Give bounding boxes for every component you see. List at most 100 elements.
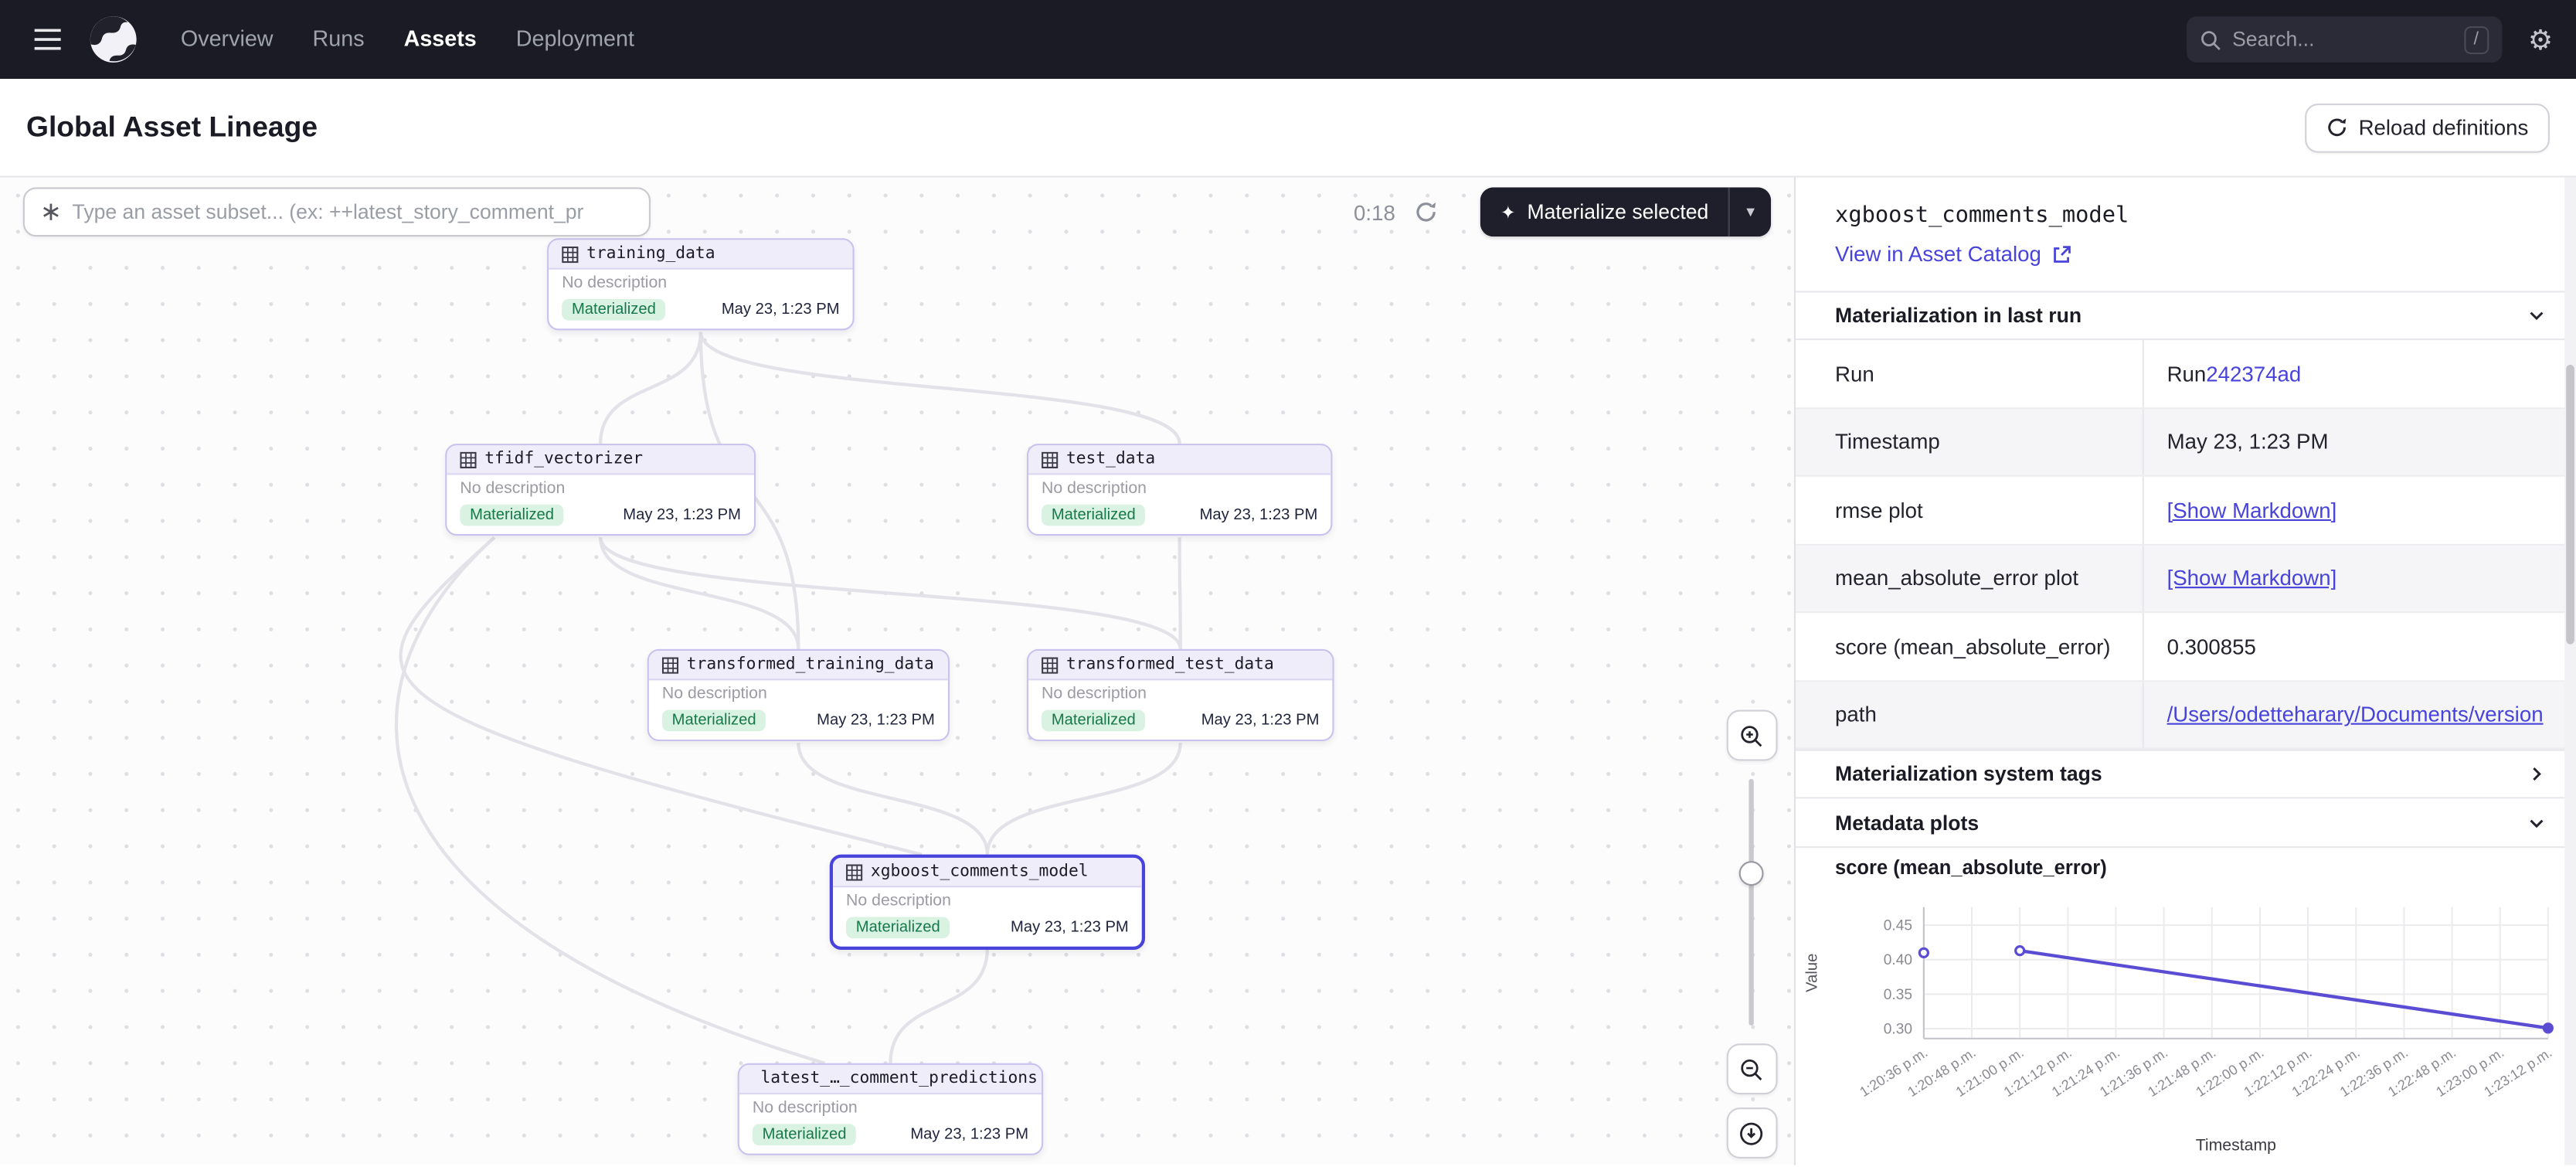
asset-node-header: transformed_test_data [1028,651,1332,680]
dagster-logo [89,15,138,64]
asset-node-footer: MaterializedMay 23, 1:23 PM [649,706,948,740]
asset-node-latest_comment_predictions[interactable]: latest_…_comment_predictionsNo descripti… [738,1063,1043,1155]
materialize-dropdown-button[interactable]: ▾ [1728,187,1771,236]
metadata-link[interactable]: /Users/odetteharary/Documents/version [2167,702,2544,726]
materialized-badge: Materialized [846,917,950,938]
section-materialization-last-run[interactable]: Materialization in last run [1796,291,2576,340]
asset-details-panel: xgboost_comments_model View in Asset Cat… [1794,178,2576,1165]
svg-text:0.35: 0.35 [1884,987,1912,1003]
zoom-slider-handle[interactable] [1739,861,1764,886]
materialize-selected-button[interactable]: ✦ Materialize selected [1480,187,1728,236]
zoom-out-icon [1738,1056,1765,1082]
nav-item-assets[interactable]: Assets [384,0,496,79]
lineage-edge [987,743,1181,855]
lineage-edge [396,537,824,1063]
run-link[interactable]: 242374ad [2206,361,2301,386]
settings-gear-icon[interactable]: ⚙ [2528,26,2553,53]
nav-item-deployment[interactable]: Deployment [496,0,654,79]
asset-name: test_data [1066,451,1155,468]
asset-node-test_data[interactable]: test_data No description Materialized May 2… [1027,444,1332,536]
asset-filter-input[interactable] [73,200,633,223]
svg-text:0.30: 0.30 [1884,1021,1912,1037]
asset-node-xgboost_comments_model[interactable]: xgboost_comments_modelNo descriptionMate… [830,855,1145,950]
metadata-value: /Users/odetteharary/Documents/version [2144,681,2576,747]
lineage-canvas[interactable]: 0:18 ✦ Materialize selected ▾ [0,178,1794,1165]
metadata-link[interactable]: [Show Markdown] [2167,566,2337,590]
materialize-button-group: ✦ Materialize selected ▾ [1480,187,1771,236]
asset-node-footer: MaterializedMay 23, 1:23 PM [447,502,754,535]
asset-description: No description [1028,475,1330,501]
metadata-value: [Show Markdown] [2144,477,2576,543]
nav-item-runs[interactable]: Runs [293,0,384,79]
materialized-badge: Materialized [1042,710,1145,732]
elapsed-time: 0:18 [1354,199,1395,224]
workspace: 0:18 ✦ Materialize selected ▾ [0,178,2576,1165]
metadata-label: path [1796,681,2144,747]
page-title: Global Asset Lineage [26,110,318,145]
svg-text:Value: Value [1804,954,1821,992]
materialized-timestamp: May 23, 1:23 PM [722,301,840,318]
asset-node-training_data[interactable]: training_data No description Materialized M… [547,238,855,330]
run-prefix: Run [2167,361,2207,386]
refresh-graph-icon[interactable] [1412,197,1441,226]
scrollbar-thumb[interactable] [2566,365,2574,644]
materialized-badge: Materialized [1042,505,1145,526]
search-box[interactable]: / [2187,16,2502,63]
toolbar-right: 0:18 ✦ Materialize selected ▾ [1354,187,1771,236]
asset-node-header: tfidf_vectorizer [447,445,754,475]
materialized-badge: Materialized [562,299,665,321]
asset-description: No description [447,475,754,501]
svg-text:0.45: 0.45 [1884,917,1912,934]
lineage-edge [600,537,798,649]
asset-node-footer: MaterializedMay 23, 1:23 PM [1028,706,1332,740]
asset-node-transformed_test_data[interactable]: transformed_test_dataNo descriptionMater… [1027,649,1334,741]
chevron-right-icon [2527,764,2547,784]
view-in-asset-catalog-link[interactable]: View in Asset Catalog [1835,242,2071,267]
metadata-value: May 23, 1:23 PM [2144,408,2576,475]
asset-name: latest_…_comment_predictions [760,1070,1037,1087]
asset-name: xgboost_comments_model [871,862,1089,880]
nav-item-overview[interactable]: Overview [161,0,293,79]
app-root: OverviewRunsAssetsDeployment / ⚙ Global … [0,0,2576,1167]
view-in-asset-catalog-label: View in Asset Catalog [1835,242,2041,267]
lineage-edge [798,743,987,855]
asset-node-tfidf_vectorizer[interactable]: tfidf_vectorizer No descriptionMaterializ… [445,444,756,536]
asset-name: transformed_training_data [687,655,934,673]
zoom-slider[interactable] [1726,772,1777,1032]
asset-node-header: transformed_training_data [649,651,948,680]
asset-name: tfidf_vectorizer [484,451,643,468]
vertical-scrollbar[interactable] [2564,178,2576,1165]
asset-node-header: xgboost_comments_model [833,858,1142,887]
asset-filter[interactable] [23,187,651,236]
search-shortcut-key: / [2464,26,2489,53]
plot-title: score (mean_absolute_error) [1796,848,2576,884]
section-system-tags[interactable]: Materialization system tags [1796,750,2576,799]
asset-description: No description [549,270,852,296]
materialized-badge: Materialized [753,1124,856,1145]
recenter-button[interactable] [1726,1107,1777,1158]
metadata-row: mean_absolute_error plot[Show Markdown] [1796,545,2576,613]
menu-icon[interactable] [23,18,73,60]
lineage-edge [1180,537,1181,649]
section-label: Materialization system tags [1835,763,2102,786]
table-icon [1042,656,1058,672]
graph-toolbar: 0:18 ✦ Materialize selected ▾ [23,187,1771,236]
table-icon [460,451,476,468]
lineage-edge [600,332,701,444]
asset-node-transformed_training_data[interactable]: transformed_training_dataNo descriptionM… [647,649,950,741]
metadata-link[interactable]: [Show Markdown] [2167,498,2337,522]
asset-details-header: xgboost_comments_model View in Asset Cat… [1796,178,2576,291]
zoom-in-button[interactable] [1726,710,1777,761]
materialized-badge: Materialized [662,710,766,732]
materialized-timestamp: May 23, 1:23 PM [1200,506,1318,524]
reload-definitions-button[interactable]: Reload definitions [2304,103,2550,152]
table-icon [1042,451,1058,468]
section-label: Materialization in last run [1835,304,2082,327]
asset-node-footer: Materialized May 23, 1:23 PM [1028,502,1330,535]
zoom-out-button[interactable] [1726,1043,1777,1094]
asset-name: training_data [586,245,715,263]
metadata-label: Run [1796,340,2144,407]
search-input[interactable] [2232,28,2452,51]
reload-definitions-label: Reload definitions [2359,115,2529,140]
section-metadata-plots[interactable]: Metadata plots [1796,798,2576,848]
